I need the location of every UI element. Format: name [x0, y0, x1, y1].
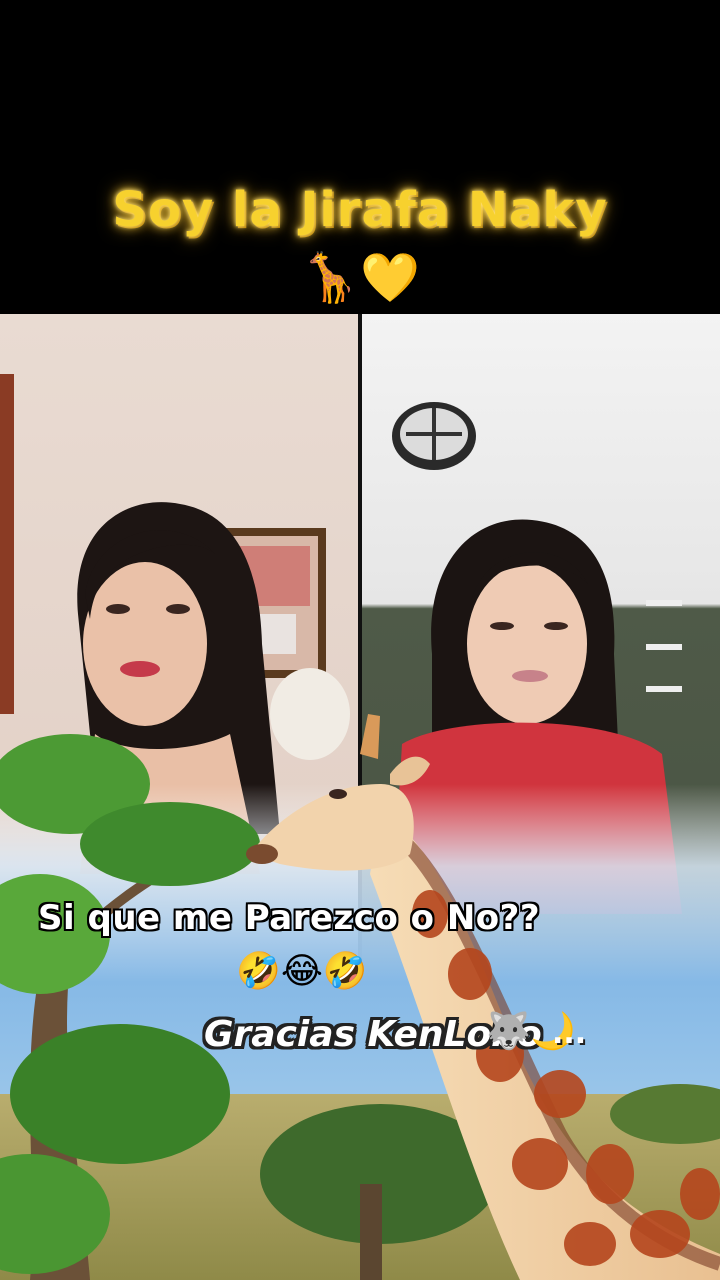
video-title: Soy la Jirafa Naky	[112, 182, 608, 238]
credit-ellipsis: ...	[552, 1016, 587, 1051]
title-emoji: 🦒💛	[300, 250, 420, 306]
giraffe-savanna-overlay	[0, 714, 720, 1280]
video-stage: Si que me Parezco o No?? 🤣😂🤣 Gracias Ken…	[0, 314, 720, 1280]
caption-emoji: 🤣😂🤣	[236, 951, 368, 992]
overlay-caption: Si que me Parezco o No??	[38, 898, 541, 938]
header-bar: Soy la Jirafa Naky 🦒💛	[0, 0, 720, 314]
